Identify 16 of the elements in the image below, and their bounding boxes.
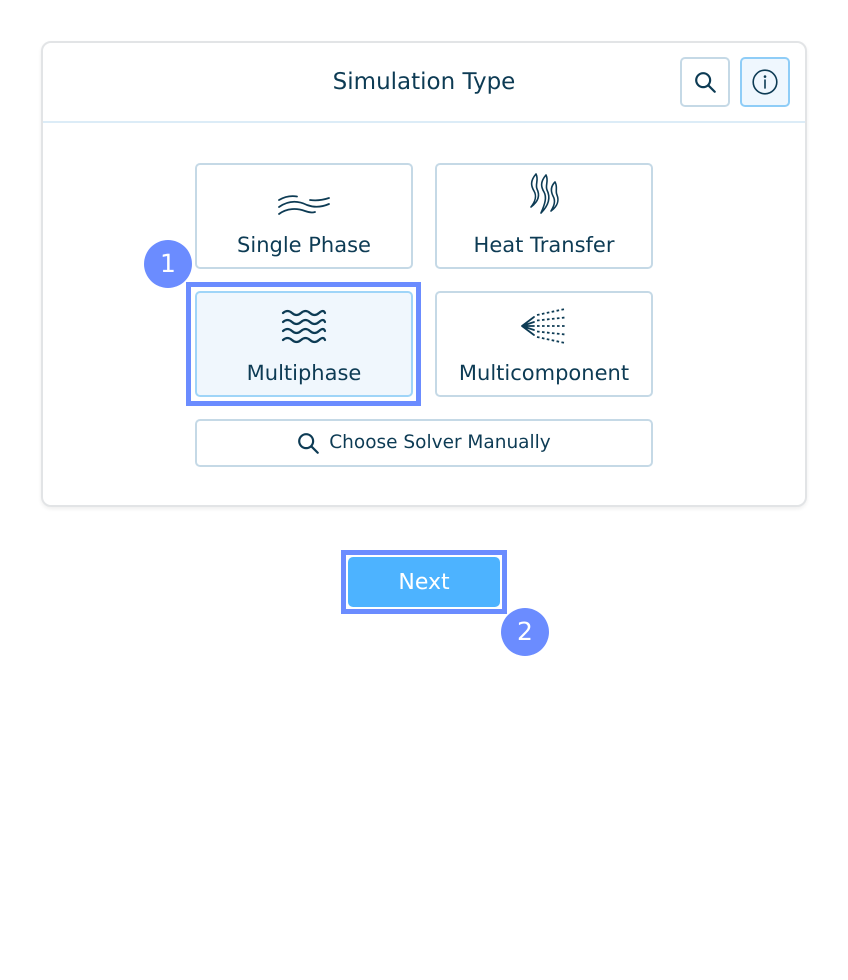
search-icon [297,432,320,454]
search-icon [694,71,716,93]
waves-icon [281,308,327,344]
option-button[interactable]: Multicomponent [435,291,653,397]
panel-title: Simulation Type [332,68,516,97]
option-button[interactable]: Multiphase [195,291,413,397]
choose-solver-button[interactable]: Choose Solver Manually [195,419,653,467]
search-button[interactable] [680,57,730,107]
wavy-lines-icon [277,194,331,216]
option-button[interactable]: Heat Transfer [435,163,653,269]
info-icon [752,69,778,95]
option-button[interactable]: Single Phase [195,163,413,269]
flames-icon [527,172,561,216]
info-button[interactable] [740,57,790,107]
step-marker: 1 [144,240,192,288]
step-marker: 2 [501,608,549,656]
